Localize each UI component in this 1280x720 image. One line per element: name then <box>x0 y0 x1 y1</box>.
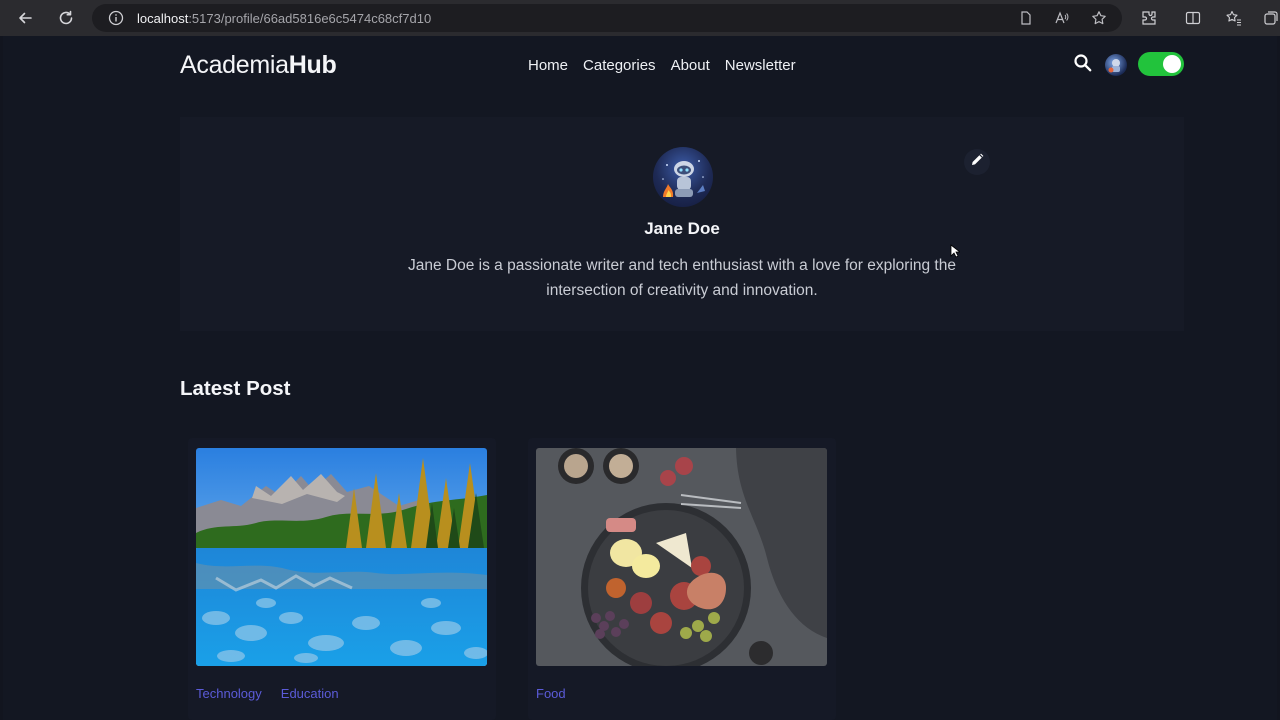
site-logo[interactable]: AcademiaHub <box>180 51 337 80</box>
post-tags: Technology Education <box>196 686 339 701</box>
main-nav: Home Categories About Newsletter <box>528 57 796 74</box>
app-page: AcademiaHub Home Categories About Newsle… <box>3 36 1277 720</box>
nav-link-about[interactable]: About <box>671 57 710 74</box>
logo-light-text: Academia <box>180 51 289 79</box>
profile-avatar <box>653 147 713 207</box>
food-platter-image[interactable] <box>536 448 827 666</box>
profile-name: Jane Doe <box>644 219 720 238</box>
post-tags: Food <box>536 686 566 701</box>
user-avatar[interactable] <box>1105 54 1127 76</box>
site-info-icon[interactable] <box>108 10 124 26</box>
tag-food[interactable]: Food <box>536 686 566 701</box>
url-text: localhost:5173/profile/66ad5816e6c5474c6… <box>137 11 431 26</box>
edit-profile-button[interactable] <box>964 149 990 175</box>
page-icon[interactable] <box>1018 10 1034 26</box>
toggle-knob <box>1163 55 1181 73</box>
profile-bio: Jane Doe is a passionate writer and tech… <box>408 257 956 299</box>
reload-icon[interactable] <box>54 6 78 30</box>
extensions-icon[interactable] <box>1140 9 1158 27</box>
tag-technology[interactable]: Technology <box>196 686 262 701</box>
address-bar[interactable]: localhost:5173/profile/66ad5816e6c5474c6… <box>92 4 1122 32</box>
profile-card: Jane Doe Jane Doe is a passionate writer… <box>180 117 1184 331</box>
post-card[interactable]: Food <box>528 438 836 720</box>
mouse-cursor-icon <box>950 244 962 258</box>
nav-link-home[interactable]: Home <box>528 57 568 74</box>
mountain-lake-image[interactable] <box>196 448 487 666</box>
url-path: :5173/profile/66ad5816e6c5474c68cf7d10 <box>188 11 432 26</box>
pencil-icon <box>970 153 984 172</box>
split-screen-icon[interactable] <box>1184 9 1202 27</box>
favorites-icon[interactable] <box>1225 9 1243 27</box>
latest-post-heading: Latest Post <box>180 377 291 400</box>
nav-link-categories[interactable]: Categories <box>583 57 656 74</box>
read-aloud-icon[interactable] <box>1054 10 1070 26</box>
browser-toolbar: localhost:5173/profile/66ad5816e6c5474c6… <box>0 0 1280 36</box>
back-icon[interactable] <box>13 6 37 30</box>
url-host: localhost <box>137 11 189 26</box>
collections-icon[interactable] <box>1262 9 1280 27</box>
post-card[interactable]: Technology Education <box>188 438 496 720</box>
search-icon[interactable] <box>1073 53 1093 73</box>
nav-link-newsletter[interactable]: Newsletter <box>725 57 796 74</box>
theme-toggle[interactable] <box>1138 52 1184 76</box>
logo-bold-text: Hub <box>288 51 337 79</box>
favorite-star-icon[interactable] <box>1091 10 1107 26</box>
tag-education[interactable]: Education <box>281 686 339 701</box>
